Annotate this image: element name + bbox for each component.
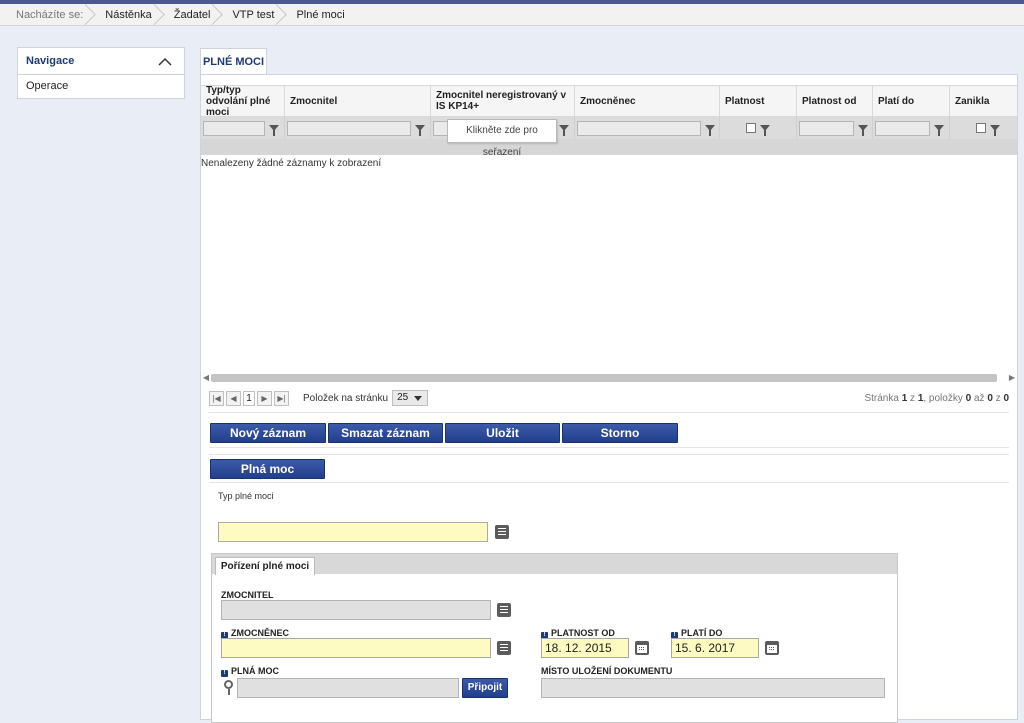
- first-page-icon[interactable]: |◀: [209, 390, 224, 406]
- pager-info: Stránka 1 z 1, položky 0 až 0 z 0: [864, 392, 1009, 404]
- column-header-zmocnitel[interactable]: Zmocnitel: [285, 86, 431, 116]
- platnost-od-input[interactable]: 18. 12. 2015: [541, 638, 629, 658]
- page-size-select[interactable]: 25: [392, 390, 429, 406]
- calendar-icon[interactable]: [765, 641, 779, 655]
- navigation-header[interactable]: Navigace: [18, 48, 184, 75]
- column-header-platnost[interactable]: Platnost: [720, 86, 797, 116]
- filter-icon[interactable]: [858, 125, 868, 136]
- sort-tooltip: Klikněte zde pro seřazení: [447, 119, 557, 158]
- grid-group-strip: [201, 139, 1017, 155]
- grid-pager: |◀ ◀ 1 ▶ ▶| Položek na stránku 25 Stránk…: [201, 387, 1017, 409]
- filter-icon[interactable]: [269, 125, 279, 136]
- current-page[interactable]: 1: [243, 390, 255, 406]
- zmocnitel-input[interactable]: [221, 600, 491, 620]
- tab-porizeni-plne-moci[interactable]: Pořízení plné moci: [215, 557, 315, 575]
- save-button[interactable]: Uložit: [445, 423, 560, 443]
- attach-button[interactable]: Připojit: [462, 678, 508, 698]
- divider: [209, 412, 1009, 413]
- last-page-icon[interactable]: ▶|: [274, 390, 289, 406]
- misto-ulozeni-input[interactable]: [541, 678, 885, 698]
- column-header-typ[interactable]: Typ/typ odvolání plné moci: [201, 85, 285, 118]
- divider: [209, 447, 1009, 448]
- column-header-platnost-od[interactable]: Platnost od: [797, 86, 873, 116]
- breadcrumb-item-plne-moci: Plné moci: [296, 8, 345, 21]
- zmocnitel-label: ZMOCNITEL: [221, 590, 274, 600]
- scrollbar-thumb[interactable]: [211, 374, 997, 382]
- filter-input-platnost-od[interactable]: [799, 120, 854, 136]
- page-size-label: Položek na stránku: [303, 392, 389, 404]
- chevron-up-icon[interactable]: [158, 57, 172, 66]
- grid-horizontal-scrollbar[interactable]: ◀ ▶: [201, 372, 1017, 384]
- filter-icon[interactable]: [760, 125, 770, 136]
- list-icon[interactable]: [495, 525, 509, 539]
- scroll-right-arrow-icon[interactable]: ▶: [1007, 372, 1017, 384]
- column-header-plati-do[interactable]: Platí do: [873, 86, 950, 116]
- divider: [209, 454, 1009, 455]
- list-icon[interactable]: [497, 641, 511, 655]
- plna-moc-file-input[interactable]: [237, 678, 459, 698]
- delete-record-button[interactable]: Smazat záznam: [328, 423, 443, 443]
- filter-input-zmocnenec[interactable]: [577, 120, 701, 136]
- cancel-button[interactable]: Storno: [562, 423, 678, 443]
- filter-input-typ[interactable]: [203, 120, 265, 136]
- typ-plne-moci-input[interactable]: [218, 522, 488, 542]
- navigation-title: Navigace: [26, 55, 75, 67]
- column-header-zanikla[interactable]: Zanikla: [950, 86, 1017, 116]
- breadcrumb-item-zadatel[interactable]: Žadatel: [166, 4, 225, 26]
- grid-empty-message: Nenalezeny žádné záznamy k zobrazení: [201, 158, 382, 169]
- plati-do-input[interactable]: 15. 6. 2017: [671, 638, 759, 658]
- column-header-zmocnenec[interactable]: Zmocněnec: [575, 86, 720, 116]
- filter-icon[interactable]: [934, 125, 944, 136]
- signature-icon: [224, 680, 233, 695]
- breadcrumb-item-vtp-test[interactable]: VTP test: [224, 4, 288, 26]
- filter-icon[interactable]: [415, 125, 425, 136]
- divider: [209, 482, 1009, 483]
- tab-plne-moci[interactable]: PLNÉ MOCI: [200, 48, 267, 74]
- grid-filter-row: [201, 117, 1017, 139]
- filter-icon[interactable]: [990, 125, 1000, 136]
- filter-input-plati-do[interactable]: [875, 120, 930, 136]
- filter-input-zmocnitel[interactable]: [287, 120, 411, 136]
- grid-header: Typ/typ odvolání plné moci Zmocnitel Zmo…: [201, 85, 1017, 118]
- nav-item-operace[interactable]: Operace: [18, 75, 184, 98]
- navigation-panel: Navigace Operace: [17, 47, 185, 99]
- plna-moc-label: ! PLNÁ MOC: [221, 666, 279, 677]
- breadcrumb-item-nastenka[interactable]: Nástěnka: [97, 4, 165, 26]
- breadcrumb: Nacházíte se: Nástěnka Žadatel VTP test …: [0, 4, 1024, 26]
- calendar-icon[interactable]: [635, 641, 649, 655]
- new-record-button[interactable]: Nový záznam: [210, 423, 326, 443]
- main-panel: Typ/typ odvolání plné moci Zmocnitel Zmo…: [200, 74, 1018, 723]
- filter-icon[interactable]: [705, 125, 715, 136]
- filter-icon[interactable]: [559, 125, 569, 136]
- required-icon: !: [221, 670, 228, 677]
- filter-checkbox-zanikla[interactable]: [976, 123, 986, 133]
- breadcrumb-prefix: Nacházíte se:: [0, 4, 97, 26]
- column-header-zmocnitel-neregistrovany[interactable]: Zmocnitel neregistrovaný v IS KP14+: [431, 86, 575, 116]
- misto-ulozeni-label: MÍSTO ULOŽENÍ DOKUMENTU: [541, 666, 673, 676]
- typ-plne-moci-label: Typ plné moci: [218, 491, 274, 501]
- porizeni-plne-moci-panel: Pořízení plné moci ZMOCNITEL ! ZMOCNĚNEC …: [211, 553, 898, 723]
- zmocnenec-input[interactable]: [221, 638, 491, 658]
- plna-moc-section-button[interactable]: Plná moc: [210, 459, 325, 479]
- next-page-icon[interactable]: ▶: [257, 390, 272, 406]
- scroll-left-arrow-icon[interactable]: ◀: [201, 372, 211, 384]
- prev-page-icon[interactable]: ◀: [226, 390, 241, 406]
- list-icon[interactable]: [497, 603, 511, 617]
- filter-checkbox-platnost[interactable]: [746, 123, 756, 133]
